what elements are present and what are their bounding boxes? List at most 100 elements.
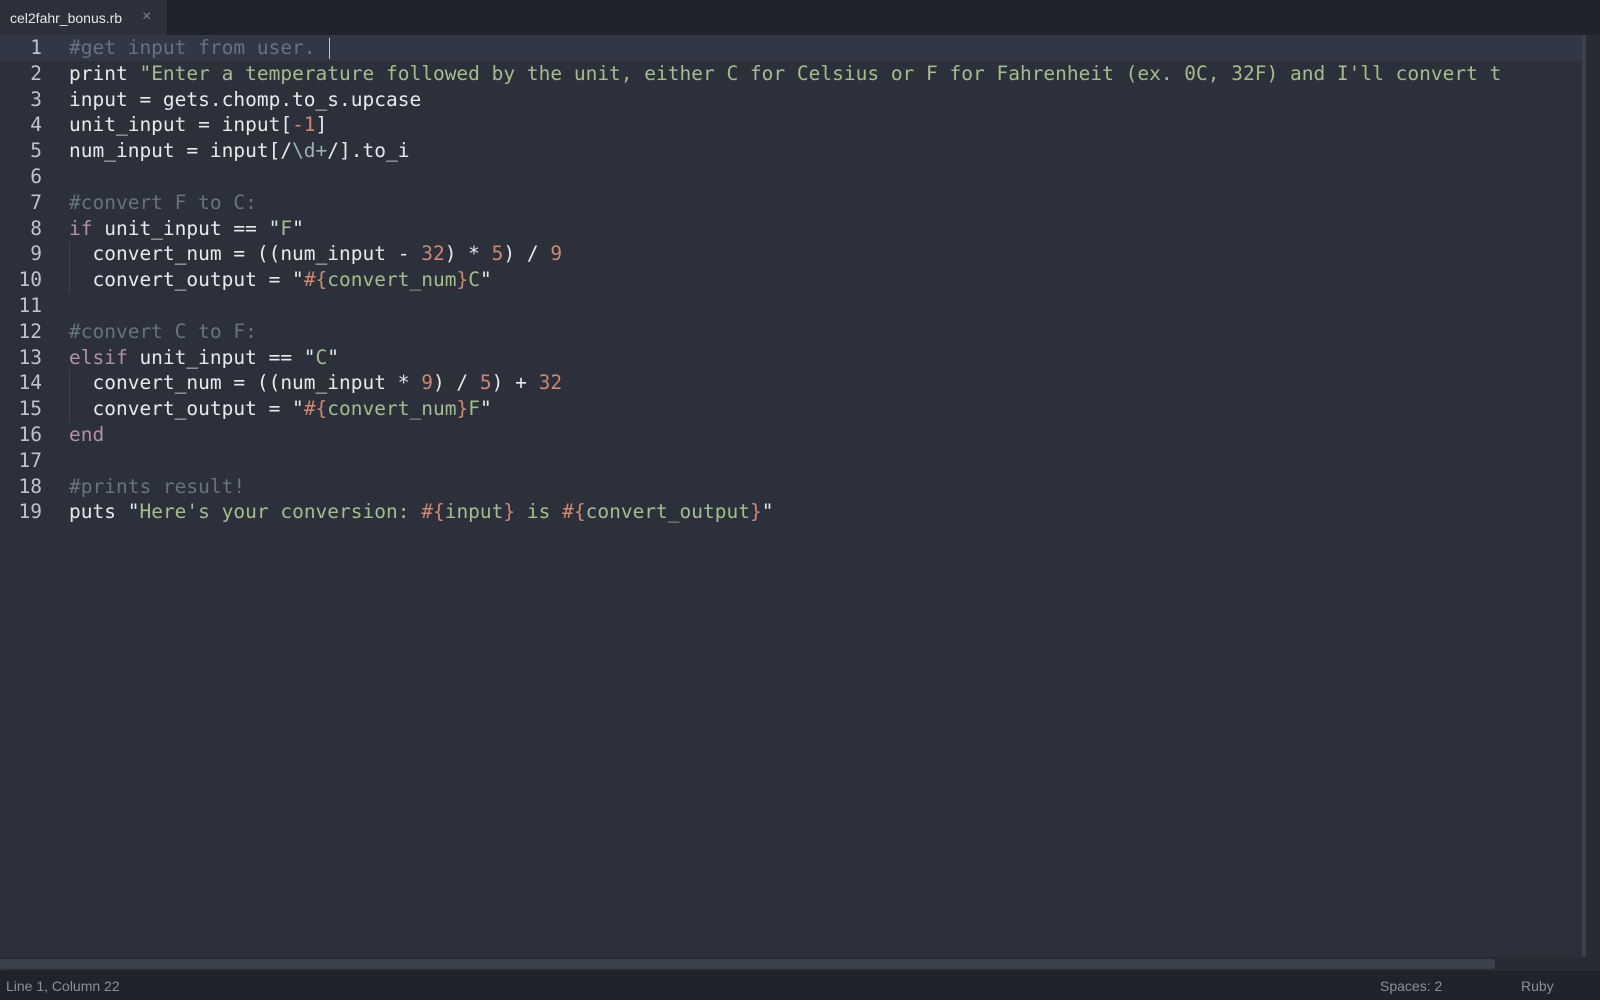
code-token: num_input = input[/ xyxy=(69,139,293,163)
editor-window: cel2fahr_bonus.rb × 1 #get input from use… xyxy=(0,0,1600,1000)
line-number: 11 xyxy=(18,294,42,317)
code-token: if xyxy=(69,216,93,240)
code-token: " xyxy=(327,345,340,369)
code-line[interactable]: 15 convert_output = "#{convert_num}F" xyxy=(0,396,1582,422)
code-token: convert_num = ((num_input - xyxy=(69,242,422,266)
indent-guide xyxy=(69,370,70,422)
line-number: 16 xyxy=(18,423,42,446)
code-token: input xyxy=(444,500,504,524)
close-icon[interactable]: × xyxy=(142,9,151,25)
code-token: convert_num xyxy=(327,397,457,421)
code-token: /].to_i xyxy=(327,139,410,163)
code-line[interactable]: 10 convert_output = "#{convert_num}C" xyxy=(0,267,1582,293)
code-line[interactable]: 9 convert_num = ((num_input - 32) * 5) /… xyxy=(0,241,1582,267)
code-token: ) / xyxy=(432,371,480,395)
code-token: " xyxy=(761,500,774,524)
code-editor[interactable]: 1 #get input from user. 2 print "Enter a te… xyxy=(0,35,1582,957)
code-token: 5 xyxy=(491,242,504,266)
indentation-setting[interactable]: Spaces: 2 xyxy=(1380,978,1442,994)
code-text: puts "Here's your conversion: #{input} i… xyxy=(69,499,773,525)
code-line[interactable]: 6 xyxy=(0,164,1582,190)
line-number: 5 xyxy=(30,139,42,163)
code-line[interactable]: 3 input = gets.chomp.to_s.upcase xyxy=(0,87,1582,113)
code-token: 9 xyxy=(421,371,433,395)
code-line[interactable]: 7 #convert F to C: xyxy=(0,190,1582,216)
code-token: unit_input == " xyxy=(127,345,316,369)
code-token: 32 xyxy=(421,242,445,266)
code-line[interactable]: 2 print "Enter a temperature followed by … xyxy=(0,61,1582,87)
line-number: 2 xyxy=(30,61,42,85)
code-token: #convert F to C: xyxy=(69,190,257,214)
code-line[interactable]: 16 end xyxy=(0,422,1582,448)
code-token: #{ xyxy=(303,268,328,292)
code-token: ) / xyxy=(503,242,551,266)
code-line[interactable]: 4 unit_input = input[-1] xyxy=(0,112,1582,138)
line-number: 17 xyxy=(18,448,42,472)
code-token: ] xyxy=(315,113,328,137)
code-line[interactable]: 18 #prints result! xyxy=(0,474,1582,500)
file-tab[interactable]: cel2fahr_bonus.rb × xyxy=(0,0,168,35)
code-token: Here's your conversion: xyxy=(139,500,422,524)
code-line[interactable]: 1 #get input from user. xyxy=(0,35,1582,61)
code-text: convert_num = ((num_input * 9) / 5) + 32 xyxy=(69,370,562,396)
code-token: F xyxy=(280,216,293,240)
code-token: convert_num xyxy=(327,268,457,292)
code-text: #convert C to F: xyxy=(69,319,257,345)
horizontal-scrollbar-thumb[interactable] xyxy=(0,959,1495,969)
line-number: 7 xyxy=(30,190,42,214)
line-number: 3 xyxy=(30,87,42,111)
code-text: convert_output = "#{convert_num}F" xyxy=(69,396,492,422)
code-text: num_input = input[/\d+/].to_i xyxy=(69,138,409,164)
line-number: 14 xyxy=(18,371,42,395)
code-token: #prints result! xyxy=(69,474,246,498)
code-token: convert_output xyxy=(585,500,750,524)
line-number: 19 xyxy=(18,500,42,524)
line-number: 13 xyxy=(18,345,42,369)
code-text: elsif unit_input == "C" xyxy=(69,345,339,371)
code-token: } xyxy=(456,397,469,421)
syntax-selector[interactable]: Ruby xyxy=(1521,978,1554,994)
line-number: 8 xyxy=(30,216,42,240)
code-token: " xyxy=(292,216,304,240)
code-token: C xyxy=(468,268,480,292)
line-number: 6 xyxy=(30,165,42,188)
code-token: elsif xyxy=(69,345,128,369)
code-token: print xyxy=(69,61,140,85)
code-text: unit_input = input[-1] xyxy=(69,112,327,138)
code-token: } xyxy=(749,500,762,524)
code-token: unit_input == " xyxy=(92,216,281,240)
code-token: } xyxy=(503,500,516,524)
code-line[interactable]: 5 num_input = input[/\d+/].to_i xyxy=(0,138,1582,164)
code-line[interactable]: 12 #convert C to F: xyxy=(0,319,1582,345)
code-token: #{ xyxy=(421,500,445,524)
vertical-scrollbar-thumb[interactable] xyxy=(1582,35,1586,957)
code-token: #get input from user. xyxy=(69,36,316,59)
code-token: \d+ xyxy=(292,139,328,163)
code-token: #convert C to F: xyxy=(69,319,257,343)
code-line[interactable]: 13 elsif unit_input == "C" xyxy=(0,345,1582,371)
code-text: print "Enter a temperature followed by t… xyxy=(69,61,1501,87)
code-line[interactable]: 14 convert_num = ((num_input * 9) / 5) +… xyxy=(0,370,1582,396)
code-line[interactable]: 11 xyxy=(0,293,1582,319)
code-text: #prints result! xyxy=(69,474,245,500)
code-token: convert_output = " xyxy=(69,397,304,421)
line-number: 1 xyxy=(30,36,42,59)
code-token: -1 xyxy=(292,113,316,137)
code-text: if unit_input == "F" xyxy=(69,216,304,242)
code-token: is xyxy=(515,500,563,524)
tab-title: cel2fahr_bonus.rb xyxy=(10,10,123,26)
code-token: } xyxy=(456,268,469,292)
code-line[interactable]: 17 xyxy=(0,448,1582,474)
line-number: 12 xyxy=(18,319,42,343)
code-token: C xyxy=(315,345,328,369)
code-token: " xyxy=(479,268,492,292)
code-line[interactable]: 8 if unit_input == "F" xyxy=(0,216,1582,242)
tab-bar: cel2fahr_bonus.rb × xyxy=(0,0,1600,35)
code-text: #convert F to C: xyxy=(69,190,257,216)
code-line[interactable]: 19 puts "Here's your conversion: #{input}… xyxy=(0,499,1582,525)
line-number: 9 xyxy=(30,242,42,266)
code-token: 32 xyxy=(538,371,563,395)
code-token: " xyxy=(479,397,492,421)
line-number: 18 xyxy=(18,474,42,498)
code-token: convert_num = ((num_input * xyxy=(69,371,422,395)
